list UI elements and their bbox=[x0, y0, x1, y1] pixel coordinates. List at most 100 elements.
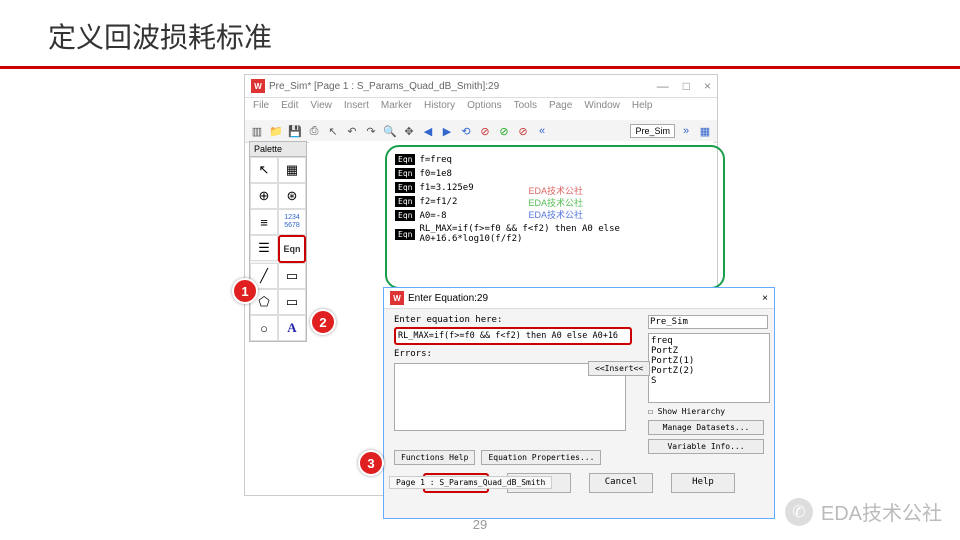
callout-1: 1 bbox=[232, 278, 258, 304]
window-buttons[interactable]: — □ × bbox=[657, 79, 711, 93]
app-window: W Pre_Sim* [Page 1 : S_Params_Quad_dB_Sm… bbox=[244, 74, 718, 496]
next-page-icon[interactable]: » bbox=[678, 123, 694, 139]
eq-row[interactable]: Eqn f=freq bbox=[395, 154, 715, 165]
variable-info-button[interactable]: Variable Info... bbox=[648, 439, 764, 454]
equation-group: Eqn f=freq Eqn f0=1e8 Eqn f1=3.125e9 Eqn f2=… bbox=[385, 145, 725, 289]
palette: Palette ↖ ▦ ⊕ ⊛ ≡ 12345678 ☰ Eqn ╱ ▭ ⬠ ▭… bbox=[249, 141, 307, 342]
tool-grid[interactable]: ▦ bbox=[278, 157, 306, 183]
tool-numbers[interactable]: 12345678 bbox=[278, 209, 306, 235]
menu-options[interactable]: Options bbox=[467, 100, 501, 118]
equation-properties-button[interactable]: Equation Properties... bbox=[481, 450, 601, 465]
eq-text: f0=1e8 bbox=[419, 169, 452, 179]
titlebar: W Pre_Sim* [Page 1 : S_Params_Quad_dB_Sm… bbox=[245, 75, 717, 98]
tool-text[interactable]: A bbox=[278, 315, 306, 341]
list-item[interactable]: PortZ bbox=[651, 346, 767, 356]
stop2-icon[interactable]: ⊘ bbox=[515, 123, 531, 139]
menu-tools[interactable]: Tools bbox=[514, 100, 537, 118]
zoom-icon[interactable]: 🔍 bbox=[382, 123, 398, 139]
page-number: 29 bbox=[473, 517, 487, 532]
eqn-tag-icon: Eqn bbox=[395, 196, 415, 207]
toolbar: ▥ 📁 💾 ⎙ ↖ ↶ ↷ 🔍 ✥ ◀ ▶ ⟲ ⊘ ⊘ ⊘ « Pre_Sim … bbox=[245, 120, 717, 143]
window-title: Pre_Sim* [Page 1 : S_Params_Quad_dB_Smit… bbox=[269, 81, 499, 92]
eq-text: A0=-8 bbox=[419, 211, 446, 221]
brand-text: EDA技术公社 bbox=[821, 497, 942, 526]
title-divider bbox=[0, 66, 960, 69]
refresh-icon[interactable]: ⟲ bbox=[458, 123, 474, 139]
help-button[interactable]: Help bbox=[671, 473, 735, 493]
menu-file[interactable]: File bbox=[253, 100, 269, 118]
tool-cursor[interactable]: ↖ bbox=[250, 157, 278, 183]
menu-view[interactable]: View bbox=[310, 100, 332, 118]
eqn-tag-icon: Eqn bbox=[395, 182, 415, 193]
equation-input[interactable] bbox=[394, 327, 632, 345]
nav-prev-icon[interactable]: ◀ bbox=[420, 123, 436, 139]
callout-2: 2 bbox=[310, 309, 336, 335]
eqn-tag-icon: Eqn bbox=[395, 229, 415, 240]
show-hierarchy-checkbox[interactable]: ☐ Show Hierarchy bbox=[648, 407, 764, 416]
prev-page-icon[interactable]: « bbox=[534, 123, 550, 139]
open-icon[interactable]: 📁 bbox=[268, 123, 284, 139]
menu-history[interactable]: History bbox=[424, 100, 455, 118]
tool-polar[interactable]: ⊛ bbox=[278, 183, 306, 209]
tool-equation[interactable]: Eqn bbox=[278, 235, 306, 263]
run-icon[interactable]: ⊘ bbox=[496, 123, 512, 139]
nav-next-icon[interactable]: ▶ bbox=[439, 123, 455, 139]
eqn-tag-icon: Eqn bbox=[395, 168, 415, 179]
menu-help[interactable]: Help bbox=[632, 100, 653, 118]
new-icon[interactable]: ▥ bbox=[249, 123, 265, 139]
eqn-tag-icon: Eqn bbox=[395, 154, 415, 165]
dataset-selector[interactable]: Pre_Sim bbox=[648, 315, 768, 329]
eq-text: RL_MAX=if(f>=f0 && f<f2) then A0 else A0… bbox=[419, 224, 715, 244]
list-item[interactable]: S bbox=[651, 376, 767, 386]
menu-marker[interactable]: Marker bbox=[381, 100, 412, 118]
menu-window[interactable]: Window bbox=[584, 100, 620, 118]
eq-text: f=freq bbox=[419, 155, 452, 165]
watermark: EDA技术公社 EDA技术公社 EDA技术公社 bbox=[528, 185, 583, 221]
dialog-icon: W bbox=[390, 291, 404, 305]
palette-header: Palette bbox=[250, 142, 306, 157]
page-tab[interactable]: Page 1 : S_Params_Quad_dB_Smith bbox=[389, 476, 552, 489]
print-icon[interactable]: ⎙ bbox=[306, 123, 322, 139]
maximize-icon[interactable]: □ bbox=[683, 79, 690, 93]
redo-icon[interactable]: ↷ bbox=[363, 123, 379, 139]
cursor-icon[interactable]: ↖ bbox=[325, 123, 341, 139]
app-icon: W bbox=[251, 79, 265, 93]
manage-datasets-button[interactable]: Manage Datasets... bbox=[648, 420, 764, 435]
canvas[interactable]: Eqn f=freq Eqn f0=1e8 Eqn f1=3.125e9 Eqn f2=… bbox=[309, 141, 713, 491]
menubar[interactable]: File Edit View Insert Marker History Opt… bbox=[245, 98, 717, 120]
slide-title: 定义回波损耗标准 bbox=[0, 0, 960, 66]
doc-selector[interactable]: Pre_Sim bbox=[630, 124, 675, 138]
list-item[interactable]: PortZ(1) bbox=[651, 356, 767, 366]
undo-icon[interactable]: ↶ bbox=[344, 123, 360, 139]
tool-rect[interactable]: ▭ bbox=[278, 263, 306, 289]
minimize-icon[interactable]: — bbox=[657, 79, 669, 93]
eq-row[interactable]: Eqn f0=1e8 bbox=[395, 168, 715, 179]
menu-page[interactable]: Page bbox=[549, 100, 572, 118]
pan-icon[interactable]: ✥ bbox=[401, 123, 417, 139]
eq-text: f1=3.125e9 bbox=[419, 183, 473, 193]
tool-stack[interactable]: ≡ bbox=[250, 209, 278, 235]
eqn-tag-icon: Eqn bbox=[395, 210, 415, 221]
menu-insert[interactable]: Insert bbox=[344, 100, 369, 118]
save-icon[interactable]: 💾 bbox=[287, 123, 303, 139]
dialog-close-icon[interactable]: × bbox=[762, 293, 768, 304]
tool-rect2[interactable]: ▭ bbox=[278, 289, 306, 315]
grid-icon[interactable]: ▦ bbox=[697, 123, 713, 139]
eq-row[interactable]: Eqn RL_MAX=if(f>=f0 && f<f2) then A0 else… bbox=[395, 224, 715, 244]
dialog-title: Enter Equation:29 bbox=[408, 293, 488, 304]
functions-help-button[interactable]: Functions Help bbox=[394, 450, 475, 465]
list-item[interactable]: PortZ(2) bbox=[651, 366, 767, 376]
tool-list[interactable]: ☰ bbox=[250, 235, 278, 261]
stop1-icon[interactable]: ⊘ bbox=[477, 123, 493, 139]
tool-smith[interactable]: ⊕ bbox=[250, 183, 278, 209]
eq-text: f2=f1/2 bbox=[419, 197, 457, 207]
insert-button[interactable]: <<Insert<< bbox=[588, 361, 650, 376]
variable-list[interactable]: freq PortZ PortZ(1) PortZ(2) S bbox=[648, 333, 770, 403]
menu-edit[interactable]: Edit bbox=[281, 100, 298, 118]
list-item[interactable]: freq bbox=[651, 336, 767, 346]
callout-3: 3 bbox=[358, 450, 384, 476]
wechat-icon: ✆ bbox=[785, 498, 813, 526]
close-icon[interactable]: × bbox=[704, 79, 711, 93]
cancel-button[interactable]: Cancel bbox=[589, 473, 653, 493]
tool-circle[interactable]: ○ bbox=[250, 315, 278, 341]
